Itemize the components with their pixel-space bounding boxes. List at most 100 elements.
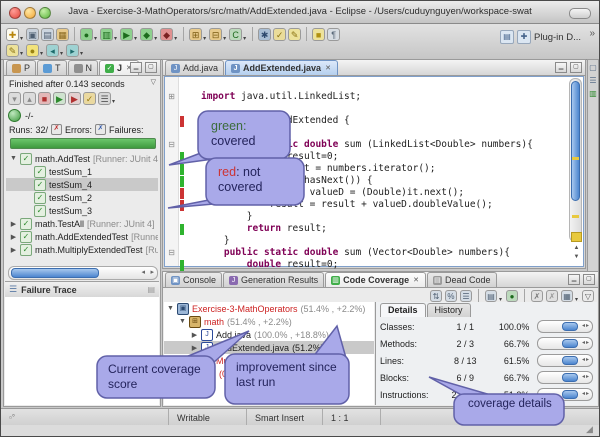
stack-filter-icon[interactable]: ▤ <box>147 285 155 294</box>
minimize-view-icon[interactable]: ▁ <box>555 62 567 73</box>
annotation-pencil-dropdown-icon[interactable]: ▾ <box>20 50 23 57</box>
close-icon[interactable]: ✕ <box>324 63 332 73</box>
slider-arrows-icon[interactable]: ◂▸ <box>582 339 590 346</box>
new-project-dropdown-icon[interactable]: ▾ <box>203 35 206 42</box>
open-folder-icon[interactable]: ▦ <box>56 28 69 41</box>
expanded-arrow-icon[interactable]: ▼ <box>167 305 174 312</box>
new-class-dropdown-icon[interactable]: ▾ <box>243 35 246 42</box>
stop-icon[interactable]: ■ <box>38 92 51 105</box>
toolbar-overflow-chevron[interactable]: » <box>589 28 595 39</box>
maximize-view-icon[interactable]: ▢ <box>145 62 157 73</box>
view-menu-chevron-icon[interactable]: ▽ <box>151 78 156 86</box>
back-dropdown-icon[interactable]: ▾ <box>60 50 63 57</box>
details-slider[interactable]: ◂▸ <box>537 388 593 401</box>
collapsed-arrow-icon[interactable]: ▶ <box>191 344 198 352</box>
junit-tree-item[interactable]: ▶✓math.MultiplyExtendedTest [Ru <box>6 243 158 256</box>
junit-tree-item[interactable]: ▶✓math.AddExtendedTest [Runner <box>6 230 158 243</box>
scrollbar-buttons[interactable]: ▲▼ <box>571 244 582 264</box>
collapsed-arrow-icon[interactable]: ▶ <box>10 233 17 241</box>
code-line[interactable]: Double valueD = (Double)it.next(); <box>165 187 569 199</box>
external-tools-icon[interactable]: ◆ <box>160 28 173 41</box>
close-window-button[interactable] <box>9 7 21 19</box>
view-menu-icon[interactable]: ▽ <box>582 290 594 302</box>
coverage-tree-item[interactable]: ▼▣Exercise-3-MathOperators (51.4% , +2.2… <box>164 302 374 315</box>
next-failed-test-icon[interactable]: ▾ <box>8 92 21 105</box>
perspective-plugin-dev-button[interactable]: Plug-in D... <box>534 32 581 43</box>
plugin-dev-perspective-icon[interactable]: ✚ <box>517 30 531 44</box>
counters-icon[interactable]: ☰ <box>460 290 472 302</box>
whitespace-icon[interactable]: ¶ <box>327 28 340 41</box>
history-menu-dropdown-icon[interactable]: ▾ <box>112 98 115 105</box>
minimize-window-button[interactable] <box>24 7 36 19</box>
run-dropdown-icon[interactable]: ▾ <box>134 35 137 42</box>
details-slider[interactable]: ◂▸ <box>537 354 593 367</box>
vertical-scrollbar[interactable] <box>569 78 582 242</box>
annotation-mark[interactable] <box>572 157 579 160</box>
failure-trace-body[interactable] <box>5 297 159 405</box>
bottom-tab-coverage[interactable]: ▥Code Coverage✕ <box>325 272 426 287</box>
horizontal-scrollbar[interactable]: ◂ ▸ <box>8 266 158 280</box>
debug-icon[interactable]: ● <box>80 28 93 41</box>
collapsed-arrow-icon[interactable]: ▶ <box>10 220 17 228</box>
code-line[interactable]: result = result + valueD.doubleValue(); <box>165 199 569 211</box>
run-icon[interactable]: ▶ <box>120 28 133 41</box>
code-line[interactable] <box>165 127 569 139</box>
open-perspective-icon[interactable]: ▤ <box>500 30 514 44</box>
view-tab-t[interactable]: T <box>37 60 67 75</box>
expanded-arrow-icon[interactable]: ▼ <box>179 318 186 325</box>
bottom-tab-deadcode[interactable]: ▤Dead Code <box>427 272 497 287</box>
details-slider[interactable]: ◂▸ <box>537 337 593 350</box>
collapsed-arrow-icon[interactable]: ▶ <box>10 246 17 254</box>
new-class-icon[interactable]: C <box>229 28 242 41</box>
annotation-pencil-icon[interactable]: ✎ <box>6 44 19 57</box>
forward-icon[interactable]: ▸ <box>66 44 79 57</box>
view-tab-n[interactable]: N <box>68 60 99 75</box>
scroll-right-icon[interactable]: ▸ <box>150 268 154 276</box>
remove-all-sessions-icon[interactable]: ✗ <box>546 290 558 302</box>
coverage-view-icon[interactable]: ▥ <box>588 89 598 99</box>
close-icon[interactable]: ✕ <box>412 275 420 285</box>
junit-tree-item[interactable]: ✓testSum_4 <box>6 178 158 191</box>
code-line[interactable] <box>165 103 569 115</box>
coverage-tree-item[interactable]: ▶JAdd.java (100.0% , +18.8%) <box>164 328 374 341</box>
minimize-view-icon[interactable]: ▁ <box>568 274 580 285</box>
tab-details[interactable]: Details <box>380 303 426 317</box>
export-icon[interactable]: ▦ <box>561 290 573 302</box>
view-mode-icon[interactable]: ▤ <box>485 290 497 302</box>
slider-arrows-icon[interactable]: ◂▸ <box>582 390 590 397</box>
collapsed-arrow-icon[interactable]: ▶ <box>191 357 198 365</box>
mark-icon[interactable]: ■ <box>312 28 325 41</box>
filter-icon[interactable]: ✓ <box>83 92 96 105</box>
slider-arrows-icon[interactable]: ◂▸ <box>582 356 590 363</box>
print-icon[interactable]: ▤ <box>41 28 54 41</box>
code-line[interactable]: } <box>165 211 569 223</box>
code-line[interactable]: public class AddExtended { <box>165 115 569 127</box>
restore-view-icon[interactable]: ▢ <box>588 63 598 73</box>
code-line[interactable]: double result=0; <box>165 151 569 163</box>
coverage-tree-item[interactable]: ▶JAddExtended.java (51.2%) <box>164 341 374 354</box>
remove-session-icon[interactable]: ✗ <box>531 290 543 302</box>
collapsed-arrow-icon[interactable]: ▶ <box>191 370 198 378</box>
junit-tree-item[interactable]: ✓testSum_1 <box>6 165 158 178</box>
junit-tree-item[interactable]: ✓testSum_2 <box>6 191 158 204</box>
zoom-window-button[interactable] <box>39 7 51 19</box>
code-line[interactable]: double result=0; <box>165 259 569 271</box>
expanded-arrow-icon[interactable]: ▼ <box>10 155 17 162</box>
code-line[interactable]: } <box>165 235 569 247</box>
code-line[interactable] <box>165 79 569 91</box>
tab-history[interactable]: History <box>427 303 471 317</box>
code-line[interactable]: import java.util.LinkedList; <box>165 91 569 103</box>
junit-tree-item[interactable]: ▼✓math.AddTest [Runner: JUnit 4] <box>6 152 158 165</box>
code-area[interactable]: import java.util.LinkedList; public class… <box>165 79 569 271</box>
view-tab-p[interactable]: P <box>6 60 36 75</box>
details-slider[interactable]: ◂▸ <box>537 320 593 333</box>
new-wizard-icon[interactable]: ✚ <box>6 28 19 41</box>
outline-icon[interactable]: ☰ <box>588 76 598 86</box>
maximize-view-icon[interactable]: ▢ <box>570 62 582 73</box>
slider-thumb[interactable] <box>562 339 578 348</box>
code-line[interactable]: return result; <box>165 223 569 235</box>
editor-tab-add-java[interactable]: JAdd.java <box>165 60 224 75</box>
search-icon[interactable]: ✱ <box>258 28 271 41</box>
scrollbar-thumb[interactable] <box>571 81 580 201</box>
profile-icon[interactable]: ◆ <box>140 28 153 41</box>
